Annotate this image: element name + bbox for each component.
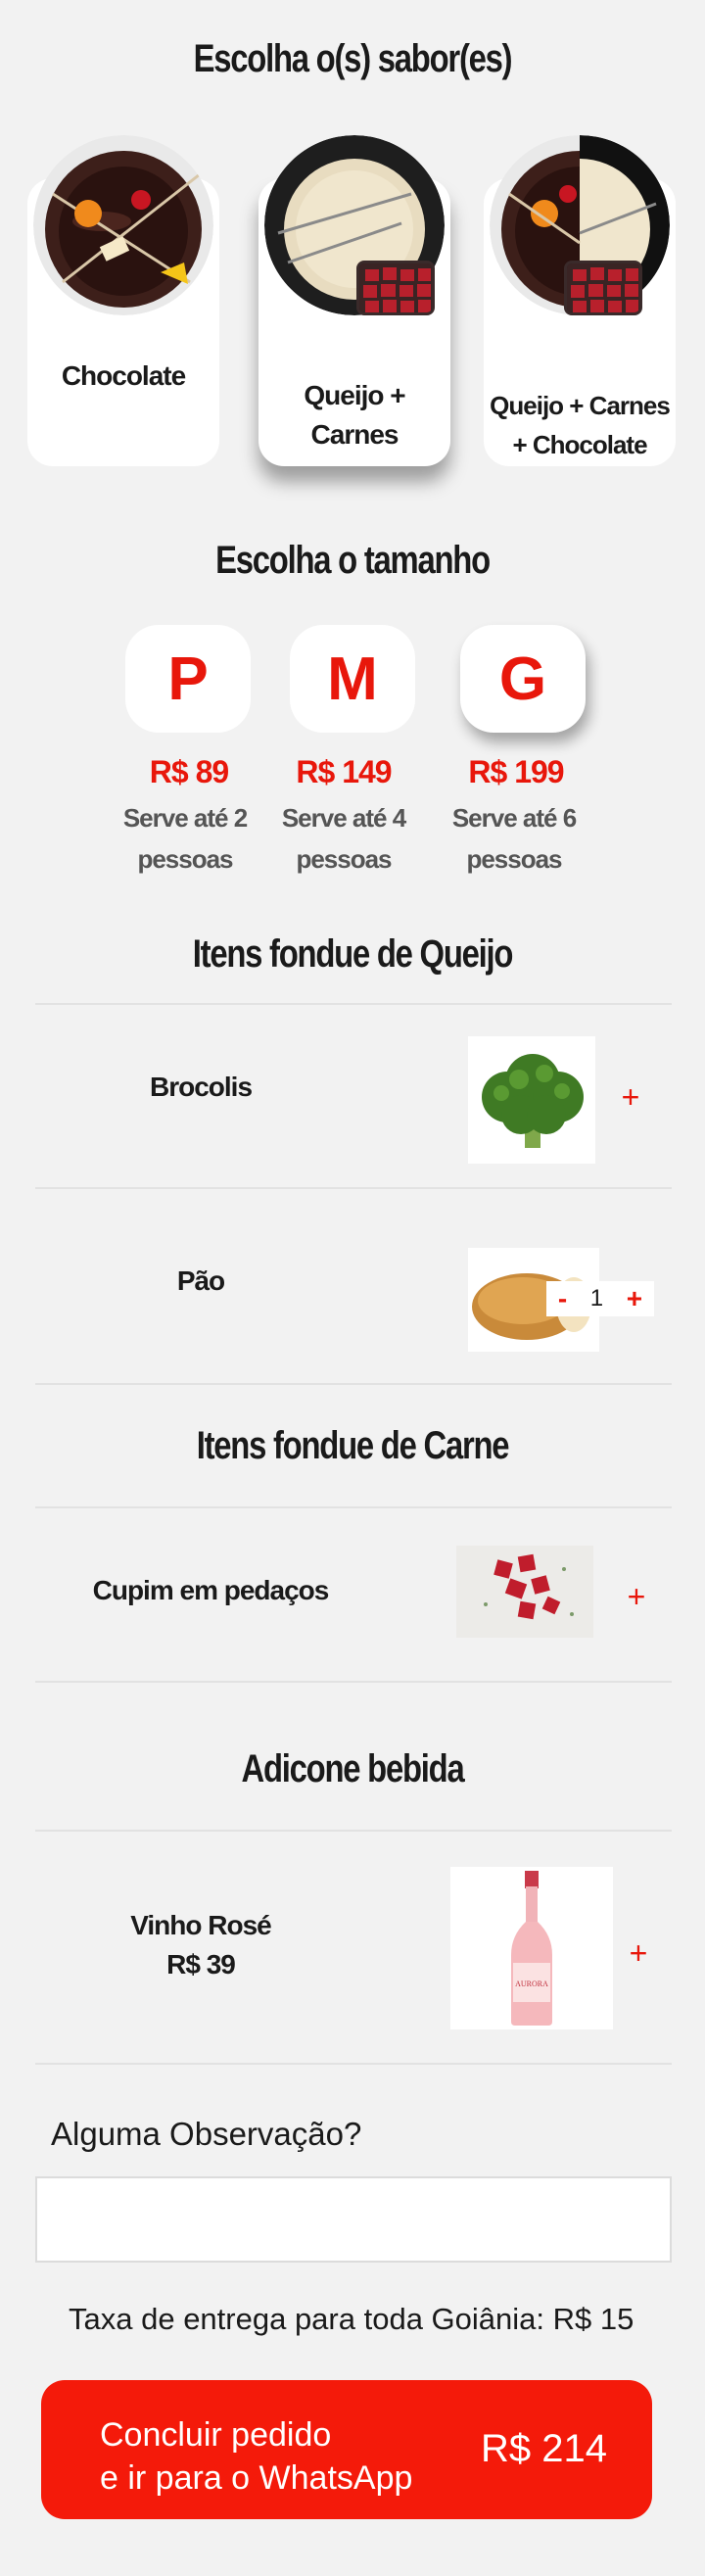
observation-input[interactable] — [35, 2176, 672, 2263]
serve-line: pessoas — [137, 844, 233, 874]
size-button-g[interactable]: G — [460, 625, 586, 733]
wine-bottle-image: AURORA — [450, 1867, 613, 2029]
drinks-title: Adicone bebida — [241, 1747, 465, 1790]
delivery-fee-text: Taxa de entrega para toda Goiânia: R$ 15 — [69, 2302, 634, 2336]
size-price-m: R$ 149 — [296, 754, 392, 789]
flavor-label-queijo-carnes: Queijo + Carnes — [258, 337, 450, 454]
meat-tray-icon — [356, 261, 435, 315]
drink-price: R$ 39 — [166, 1949, 236, 1980]
broccoli-image — [468, 1036, 595, 1164]
add-cupim-button[interactable]: + — [621, 1581, 652, 1612]
size-serve-p: Serve até 2 pessoas — [102, 797, 268, 880]
drink-name: Vinho Rosé — [130, 1910, 272, 1940]
flavor-label-line: Queijo + Carnes + Chocolate — [490, 391, 671, 459]
serve-line: pessoas — [296, 844, 392, 874]
increment-pao-button[interactable]: + — [627, 1283, 642, 1314]
chocolate-fondue-image — [33, 135, 213, 315]
flavor-label-queijo-carnes-chocolate: Queijo + Carnes + Chocolate — [484, 347, 676, 464]
flavor-label-chocolate: Chocolate — [61, 360, 186, 391]
divider — [35, 1681, 672, 1683]
flavor-section-title: Escolha o(s) sabor(es) — [193, 37, 513, 80]
flavor-card-chocolate[interactable]: Chocolate — [27, 135, 219, 466]
flavor-card-queijo-carnes-chocolate[interactable]: Queijo + Carnes + Chocolate — [484, 135, 676, 466]
divider — [35, 2063, 672, 2065]
meat-items-title: Itens fondue de Carne — [196, 1424, 510, 1467]
checkout-label: Concluir pedido e ir para o WhatsApp — [100, 2413, 452, 2500]
add-vinho-rose-button[interactable]: + — [623, 1937, 654, 1969]
cheese-items-title: Itens fondue de Queijo — [192, 932, 514, 976]
size-price-g: R$ 199 — [468, 754, 564, 789]
item-name-brocolis: Brocolis — [149, 1072, 253, 1102]
checkout-label-line1: Concluir pedido — [100, 2416, 332, 2454]
divider — [35, 1506, 672, 1508]
size-price-p: R$ 89 — [149, 754, 229, 789]
checkout-total: R$ 214 — [481, 2427, 607, 2470]
divider — [35, 1187, 672, 1189]
item-name-pao: Pão — [176, 1265, 225, 1296]
observation-label: Alguma Observação? — [51, 2116, 362, 2152]
serve-line: Serve até 2 — [122, 803, 248, 833]
add-brocolis-button[interactable]: + — [615, 1081, 646, 1113]
pao-quantity-value: 1 — [589, 1285, 604, 1312]
serve-line: Serve até 4 — [281, 803, 406, 833]
size-serve-g: Serve até 6 pessoas — [431, 797, 597, 880]
divider — [35, 1383, 672, 1385]
decrement-pao-button[interactable]: - — [558, 1283, 567, 1314]
size-button-m[interactable]: M — [290, 625, 415, 733]
divider — [35, 1830, 672, 1832]
item-name-cupim: Cupim em pedaços — [92, 1575, 330, 1605]
cupim-image — [456, 1546, 593, 1638]
pao-quantity-stepper: - 1 + — [546, 1281, 654, 1316]
serve-line: Serve até 6 — [451, 803, 577, 833]
checkout-button[interactable]: Concluir pedido e ir para o WhatsApp R$ … — [41, 2380, 652, 2519]
flavor-label-line: Queijo + Carnes — [304, 380, 405, 450]
checkout-label-line2: e ir para o WhatsApp — [100, 2459, 413, 2497]
size-button-p[interactable]: P — [125, 625, 251, 733]
flavor-card-queijo-carnes[interactable]: Queijo + Carnes — [258, 135, 450, 466]
size-section-title: Escolha o tamanho — [215, 539, 491, 582]
wine-label-text: AURORA — [515, 1980, 548, 1988]
item-name-vinho-rose: Vinho Rosé R$ 39 — [108, 1906, 294, 1984]
serve-line: pessoas — [466, 844, 562, 874]
meat-tray-icon — [564, 261, 642, 315]
size-serve-m: Serve até 4 pessoas — [260, 797, 427, 880]
divider — [35, 1003, 672, 1005]
